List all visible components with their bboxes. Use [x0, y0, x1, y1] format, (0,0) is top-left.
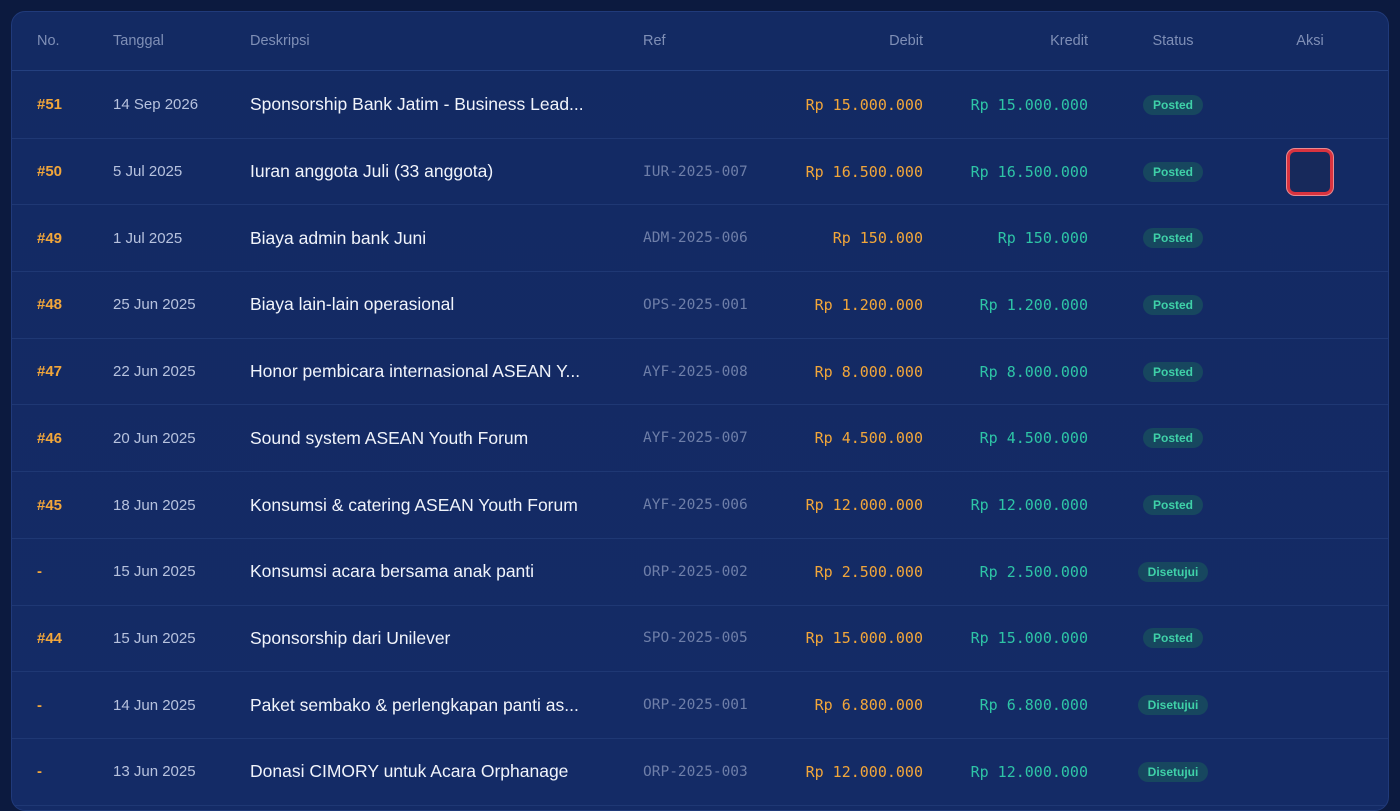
row-ref: SPO-2025-005 [643, 630, 748, 647]
row-number[interactable]: - [37, 563, 42, 580]
status-badge: Posted [1142, 361, 1203, 382]
row-description: Konsumsi acara bersama anak panti [250, 561, 535, 582]
row-kredit: Rp 15.000.000 [970, 629, 1088, 648]
row-ref: AYF-2025-007 [643, 430, 748, 447]
table-row[interactable]: - 15 Jun 2025 Konsumsi acara bersama anak … [12, 539, 1388, 606]
status-badge: Posted [1142, 428, 1203, 449]
row-ref: IUR-2025-007 [643, 163, 748, 180]
row-debit: Rp 12.000.000 [805, 762, 923, 781]
status-badge: Posted [1142, 495, 1203, 516]
row-kredit: Rp 150.000 [997, 229, 1088, 248]
row-kredit: Rp 6.800.000 [979, 696, 1088, 715]
table-row[interactable]: - 14 Jun 2025 Paket sembako & perlengkapan… [12, 672, 1388, 739]
header-aksi: Aksi [1296, 33, 1324, 49]
row-date: 15 Jun 2025 [113, 629, 196, 647]
status-badge: Disetujui [1137, 561, 1209, 582]
row-date: 14 Sep 2026 [113, 96, 199, 114]
row-description: Biaya admin bank Juni [250, 227, 427, 248]
row-description: Sound system ASEAN Youth Forum [250, 427, 529, 448]
status-badge: Posted [1142, 94, 1203, 115]
status-badge: Posted [1142, 228, 1203, 249]
table-row[interactable]: #50 5 Jul 2025 Iuran anggota Juli (33 angg… [12, 139, 1388, 206]
row-description: Sponsorship dari Unilever [250, 627, 451, 648]
row-number[interactable]: #48 [37, 296, 62, 313]
status-badge: Posted [1142, 161, 1203, 182]
row-number[interactable]: #49 [37, 230, 62, 247]
header-no[interactable]: No. [37, 12, 60, 70]
row-debit: Rp 8.000.000 [814, 362, 923, 381]
row-description: Konsumsi & catering ASEAN Youth Forum [250, 494, 578, 515]
row-kredit: Rp 12.000.000 [970, 762, 1088, 781]
row-date: 18 Jun 2025 [113, 496, 196, 514]
row-date: 5 Jul 2025 [113, 163, 183, 181]
row-date: 15 Jun 2025 [113, 563, 196, 581]
status-badge: Posted [1142, 294, 1203, 315]
table-row[interactable]: #49 1 Jul 2025 Biaya admin bank Juni ADM-20… [12, 205, 1388, 273]
row-date: 14 Jun 2025 [113, 696, 196, 714]
header-debit[interactable]: Debit [889, 12, 923, 70]
table-row[interactable]: #48 25 Jun 2025 Biaya lain-lain operasiona… [12, 272, 1388, 339]
table-row[interactable]: #46 20 Jun 2025 Sound system ASEAN Youth F… [12, 406, 1388, 473]
row-number[interactable]: #51 [37, 96, 62, 113]
row-debit: Rp 2.500.000 [814, 562, 923, 581]
row-action-button[interactable] [1287, 148, 1333, 195]
table-row[interactable]: - 13 Jun 2025 Donasi CIMORY untuk Acara Or… [12, 739, 1388, 806]
row-kredit: Rp 2.500.000 [979, 562, 1088, 581]
row-ref: ORP-2025-002 [643, 563, 748, 580]
row-description: Iuran anggota Juli (33 anggota) [250, 161, 494, 182]
row-number[interactable]: #44 [37, 630, 62, 647]
row-description: Sponsorship Bank Jatim - Business Lead..… [250, 94, 584, 115]
header-status[interactable]: Status [1126, 12, 1220, 70]
status-badge: Disetujui [1137, 761, 1209, 782]
row-description: Donasi CIMORY untuk Acara Orphanage [250, 761, 569, 782]
row-debit: Rp 15.000.000 [805, 95, 923, 114]
row-description: Paket sembako & perlengkapan panti as... [250, 694, 579, 715]
transactions-table: No. Tanggal Deskripsi Ref Debit Kredit S… [11, 11, 1389, 811]
row-ref: ORP-2025-003 [643, 763, 748, 780]
table-header: No. Tanggal Deskripsi Ref Debit Kredit S… [12, 12, 1388, 71]
row-debit: Rp 12.000.000 [805, 496, 923, 515]
row-debit: Rp 6.800.000 [814, 696, 923, 715]
row-number[interactable]: - [37, 697, 42, 714]
status-badge: Posted [1142, 628, 1203, 649]
row-ref: ORP-2025-001 [643, 697, 748, 714]
row-date: 22 Jun 2025 [113, 363, 196, 381]
row-number[interactable]: - [37, 763, 42, 780]
row-kredit: Rp 12.000.000 [970, 496, 1088, 515]
table-row[interactable]: #47 22 Jun 2025 Honor pembicara internasio… [12, 339, 1388, 406]
row-ref: ADM-2025-006 [643, 230, 748, 247]
status-badge: Disetujui [1137, 695, 1209, 716]
row-date: 20 Jun 2025 [113, 429, 196, 447]
row-number[interactable]: #47 [37, 363, 62, 380]
row-number[interactable]: #45 [37, 497, 62, 514]
row-ref: AYF-2025-008 [643, 363, 748, 380]
row-number[interactable]: #46 [37, 430, 62, 447]
row-description: Honor pembicara internasional ASEAN Y... [250, 361, 581, 382]
row-kredit: Rp 16.500.000 [970, 162, 1088, 181]
row-debit: Rp 16.500.000 [805, 162, 923, 181]
row-kredit: Rp 15.000.000 [970, 95, 1088, 114]
row-debit: Rp 15.000.000 [805, 629, 923, 648]
row-date: 25 Jun 2025 [113, 296, 196, 314]
table-row[interactable]: #44 15 Jun 2025 Sponsorship dari Unilever S… [12, 606, 1388, 673]
row-kredit: Rp 8.000.000 [979, 362, 1088, 381]
header-ref[interactable]: Ref [643, 12, 666, 70]
header-kredit[interactable]: Kredit [1050, 12, 1088, 70]
row-debit: Rp 150.000 [832, 229, 923, 248]
table-row[interactable]: #45 18 Jun 2025 Konsumsi & catering ASEAN … [12, 472, 1388, 539]
row-date: 1 Jul 2025 [113, 229, 183, 247]
row-description: Biaya lain-lain operasional [250, 294, 455, 315]
table-row[interactable]: #51 14 Sep 2026 Sponsorship Bank Jatim - B… [12, 72, 1388, 139]
row-debit: Rp 1.200.000 [814, 295, 923, 314]
row-kredit: Rp 4.500.000 [979, 429, 1088, 448]
header-tanggal[interactable]: Tanggal [113, 12, 164, 70]
row-date: 13 Jun 2025 [113, 763, 196, 781]
row-number[interactable]: #50 [37, 163, 62, 180]
header-deskripsi[interactable]: Deskripsi [250, 12, 310, 70]
row-debit: Rp 4.500.000 [814, 429, 923, 448]
row-ref: AYF-2025-006 [643, 497, 748, 514]
row-ref: OPS-2025-001 [643, 296, 748, 313]
row-kredit: Rp 1.200.000 [979, 295, 1088, 314]
